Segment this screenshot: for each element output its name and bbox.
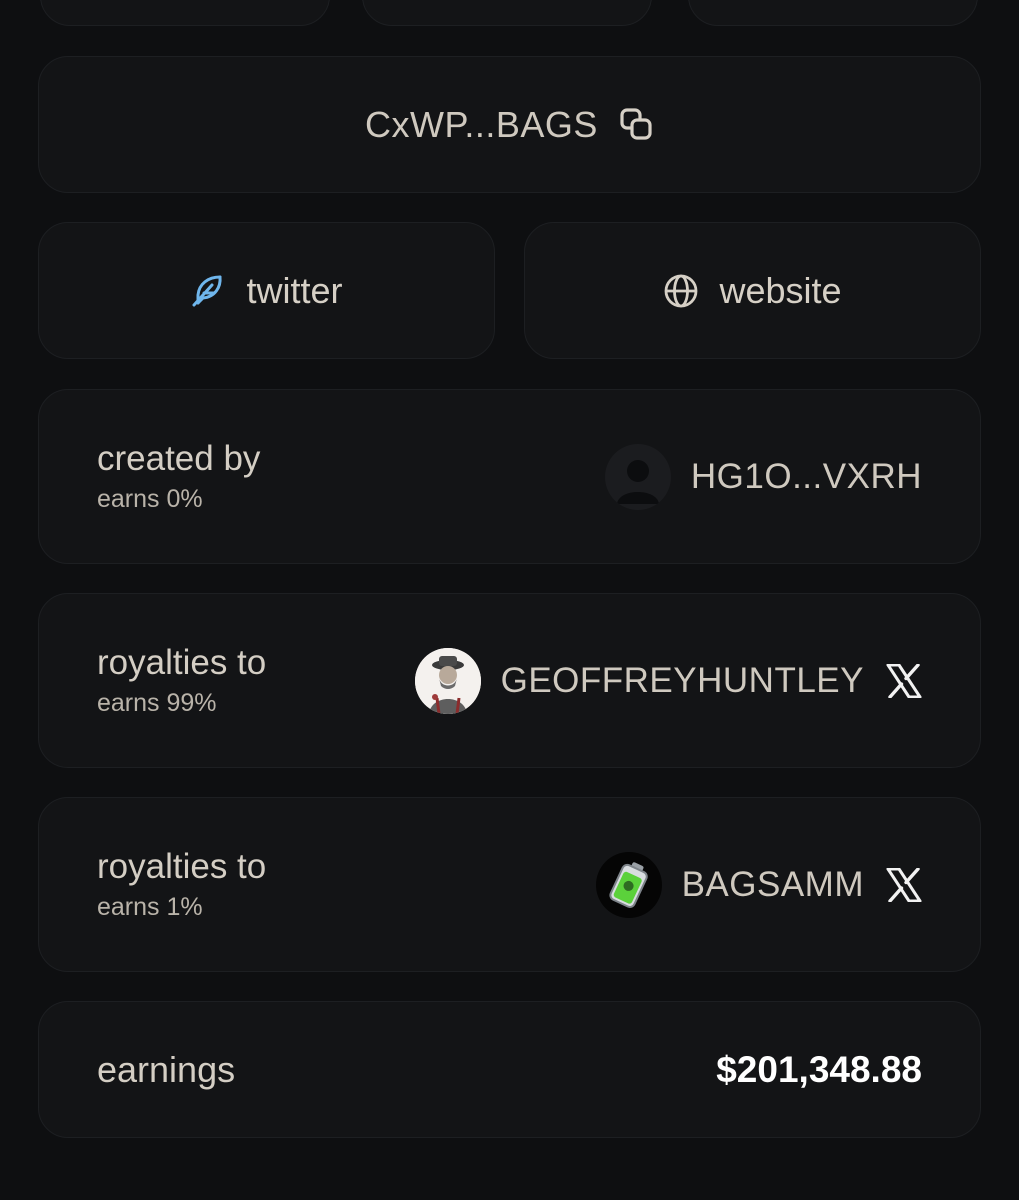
royalty-username: BAGSAMM [681, 864, 864, 904]
battery-icon [595, 851, 662, 918]
royalty-role-label: royalties to [97, 642, 267, 682]
stat-card-partial [362, 0, 652, 26]
stat-card-partial [688, 0, 978, 26]
royalty-card: royalties to earns 99% GEOFFREYHUNTLEY [38, 593, 981, 768]
contract-address: CxWP...BAGS [365, 103, 598, 145]
profile-photo [414, 647, 481, 714]
royalty-username: GEOFFREYHUNTLEY [500, 660, 864, 700]
royalty-profile[interactable]: GEOFFREYHUNTLEY [414, 647, 922, 714]
website-label: website [719, 269, 842, 311]
royalty-card: royalties to earns 1% BAGSAMM [38, 797, 981, 972]
creator-earns: earns 0% [97, 484, 203, 513]
feather-icon [190, 273, 226, 309]
earnings-value: $201,348.88 [716, 1048, 922, 1090]
royalty-role-label: royalties to [97, 846, 267, 886]
creator-wallet: HG1O...VXRH [690, 456, 922, 496]
twitter-link-button[interactable]: twitter [38, 222, 495, 359]
contract-address-card[interactable]: CxWP...BAGS [38, 56, 981, 193]
creator-role-label: created by [97, 438, 261, 478]
stat-card-partial [40, 0, 330, 26]
token-info-page: CxWP...BAGS twitter website created by e… [0, 0, 1019, 1200]
creator-card: created by earns 0% HG1O...VXRH [38, 389, 981, 564]
copy-icon[interactable] [620, 107, 654, 142]
website-link-button[interactable]: website [524, 222, 981, 359]
earnings-card: earnings $201,348.88 [38, 1001, 981, 1138]
earnings-label: earnings [97, 1048, 236, 1090]
twitter-label: twitter [246, 269, 343, 311]
creator-profile[interactable]: HG1O...VXRH [604, 443, 922, 510]
x-logo-icon[interactable] [886, 867, 922, 902]
default-avatar-icon [604, 443, 671, 510]
royalty-profile[interactable]: BAGSAMM [595, 851, 922, 918]
globe-icon [663, 273, 699, 309]
x-logo-icon[interactable] [886, 663, 922, 698]
royalty-earns: earns 99% [97, 688, 217, 717]
royalty-earns: earns 1% [97, 892, 203, 921]
